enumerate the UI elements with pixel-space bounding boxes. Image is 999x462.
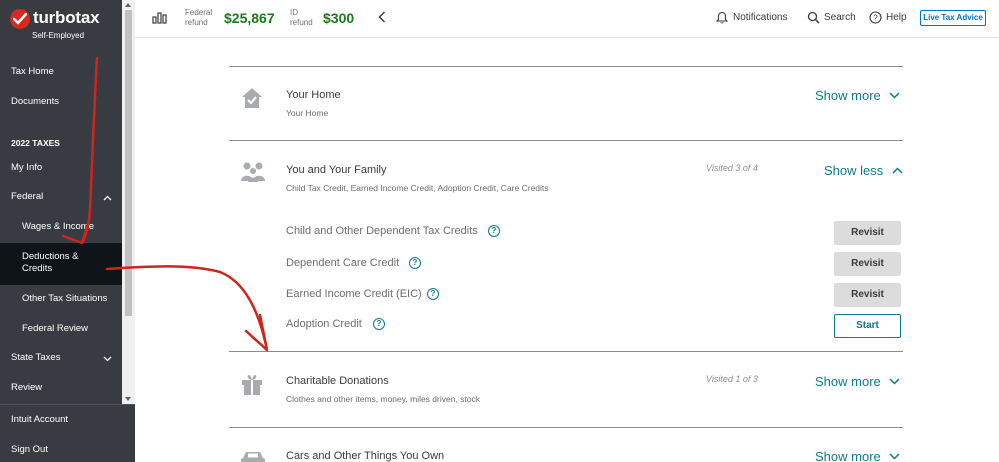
- sidebar-item-federal[interactable]: Federal: [0, 191, 122, 203]
- chevron-down-icon: [889, 376, 900, 388]
- gift-icon: [240, 372, 264, 401]
- show-more-cars-button[interactable]: Show more: [815, 449, 900, 462]
- federal-refund-amount[interactable]: $25,867: [224, 10, 275, 26]
- bar-chart-icon[interactable]: [152, 11, 167, 29]
- sidebar-footer: Intuit Account Sign Out: [0, 404, 135, 462]
- show-more-label: Show more: [815, 374, 881, 389]
- search-icon[interactable]: [807, 11, 820, 29]
- show-more-your-home-button[interactable]: Show more: [815, 88, 900, 103]
- sidebar: turbotax Self-Employed Tax Home Document…: [0, 0, 135, 462]
- visited-count-charitable: Visited 1 of 3: [706, 374, 758, 384]
- revisit-button-dependent-care[interactable]: Revisit: [834, 252, 901, 276]
- bell-icon[interactable]: [715, 11, 729, 29]
- section-subtitle-charitable: Clothes and other items, money, miles dr…: [286, 394, 481, 404]
- federal-refund-label: Federal refund: [185, 8, 212, 28]
- sidebar-item-federal-label: Federal: [11, 191, 44, 202]
- show-more-label: Show more: [815, 88, 881, 103]
- scrollbar-thumb[interactable]: [125, 10, 132, 316]
- section-title-your-home[interactable]: Your Home: [286, 89, 341, 101]
- help-icon[interactable]: ?: [409, 257, 421, 269]
- search-link[interactable]: Search: [824, 12, 856, 23]
- chevron-down-icon: [889, 90, 900, 102]
- federal-refund-label-line1: Federal: [185, 8, 213, 17]
- svg-text:?: ?: [873, 14, 878, 23]
- section-divider: [229, 351, 903, 352]
- start-button-adoption[interactable]: Start: [834, 314, 901, 338]
- sidebar-item-wages-income[interactable]: Wages & Income: [0, 221, 122, 233]
- top-bar: Federal refund $25,867 ID refund $300 No…: [135, 0, 999, 38]
- sidebar-item-intuit-account[interactable]: Intuit Account: [0, 414, 122, 426]
- house-icon: [240, 86, 264, 115]
- sidebar-item-deductions-credits[interactable]: Deductions & Credits: [0, 243, 122, 285]
- federal-refund-label-line2: refund: [185, 18, 208, 27]
- sidebar-item-my-info[interactable]: My Info: [0, 162, 122, 174]
- help-icon[interactable]: ?: [427, 288, 439, 300]
- notifications-link[interactable]: Notifications: [733, 12, 787, 23]
- chevron-down-icon: [889, 451, 900, 462]
- section-divider: [229, 140, 903, 141]
- show-more-label: Show more: [815, 449, 881, 462]
- state-refund-label: ID refund: [290, 8, 313, 28]
- sidebar-item-tax-home[interactable]: Tax Home: [0, 66, 122, 78]
- section-subtitle-family: Child Tax Credit, Earned Income Credit, …: [286, 183, 549, 193]
- chevron-left-icon[interactable]: [378, 10, 386, 26]
- scroll-up-arrow-icon[interactable]: [125, 3, 131, 7]
- help-link[interactable]: Help: [886, 12, 907, 23]
- sidebar-item-sign-out[interactable]: Sign Out: [0, 444, 122, 456]
- revisit-button-child-dependent[interactable]: Revisit: [834, 221, 901, 245]
- brand-edition: Self-Employed: [32, 31, 85, 40]
- sidebar-heading-2022-taxes: 2022 TAXES: [11, 138, 60, 148]
- sidebar-item-deductions-label-1: Deductions &: [22, 251, 79, 262]
- sidebar-item-state-taxes[interactable]: State Taxes: [0, 352, 122, 364]
- show-less-family-button[interactable]: Show less: [824, 163, 903, 178]
- sidebar-item-deductions-label-2: Credits: [22, 263, 53, 274]
- car-icon: [240, 448, 266, 462]
- section-divider: [229, 66, 903, 67]
- state-refund-label-line1: ID: [290, 8, 298, 17]
- revisit-button-eic[interactable]: Revisit: [834, 283, 901, 307]
- family-icon: [240, 161, 266, 188]
- visited-count-family: Visited 3 of 4: [706, 163, 758, 173]
- turbotax-app: turbotax Self-Employed Tax Home Document…: [0, 0, 999, 462]
- main-content: Your Home Your Home Show more You and Yo…: [135, 38, 999, 462]
- sidebar-item-documents[interactable]: Documents: [0, 96, 122, 108]
- section-title-you-and-your-family[interactable]: You and Your Family: [286, 164, 387, 176]
- credit-row-adoption: Adoption Credit: [286, 318, 362, 330]
- help-icon[interactable]: ?: [373, 318, 385, 330]
- live-tax-advice-button[interactable]: Live Tax Advice: [920, 10, 986, 26]
- credit-row-dependent-care: Dependent Care Credit: [286, 257, 400, 269]
- state-refund-label-line2: refund: [290, 18, 313, 27]
- section-subtitle-your-home: Your Home: [286, 108, 329, 118]
- sidebar-scrollbar[interactable]: [122, 0, 135, 404]
- credit-row-child-dependent: Child and Other Dependent Tax Credits: [286, 225, 478, 237]
- help-circle-icon[interactable]: ?: [869, 11, 882, 29]
- state-refund-amount[interactable]: $300: [323, 10, 354, 26]
- section-title-cars[interactable]: Cars and Other Things You Own: [286, 450, 444, 462]
- sidebar-item-review[interactable]: Review: [0, 382, 122, 394]
- brand-name: turbotax: [33, 8, 100, 27]
- show-less-label: Show less: [824, 163, 884, 178]
- section-divider: [229, 427, 903, 428]
- section-title-charitable-donations[interactable]: Charitable Donations: [286, 375, 389, 387]
- checkmark-logo-icon: [10, 9, 30, 29]
- sidebar-nav: turbotax Self-Employed Tax Home Document…: [0, 0, 122, 404]
- show-more-charitable-button[interactable]: Show more: [815, 374, 900, 389]
- help-icon[interactable]: ?: [488, 225, 500, 237]
- scroll-down-arrow-icon[interactable]: [125, 397, 131, 401]
- chevron-down-icon: [103, 353, 112, 365]
- chevron-up-icon: [892, 165, 903, 177]
- sidebar-item-other-tax-situations[interactable]: Other Tax Situations: [0, 293, 122, 305]
- credit-row-eic: Earned Income Credit (EIC): [286, 288, 422, 300]
- chevron-up-icon: [103, 192, 112, 204]
- sidebar-item-federal-review[interactable]: Federal Review: [0, 323, 122, 335]
- turbotax-logo[interactable]: turbotax Self-Employed: [10, 8, 122, 43]
- sidebar-item-state-label: State Taxes: [11, 352, 61, 363]
